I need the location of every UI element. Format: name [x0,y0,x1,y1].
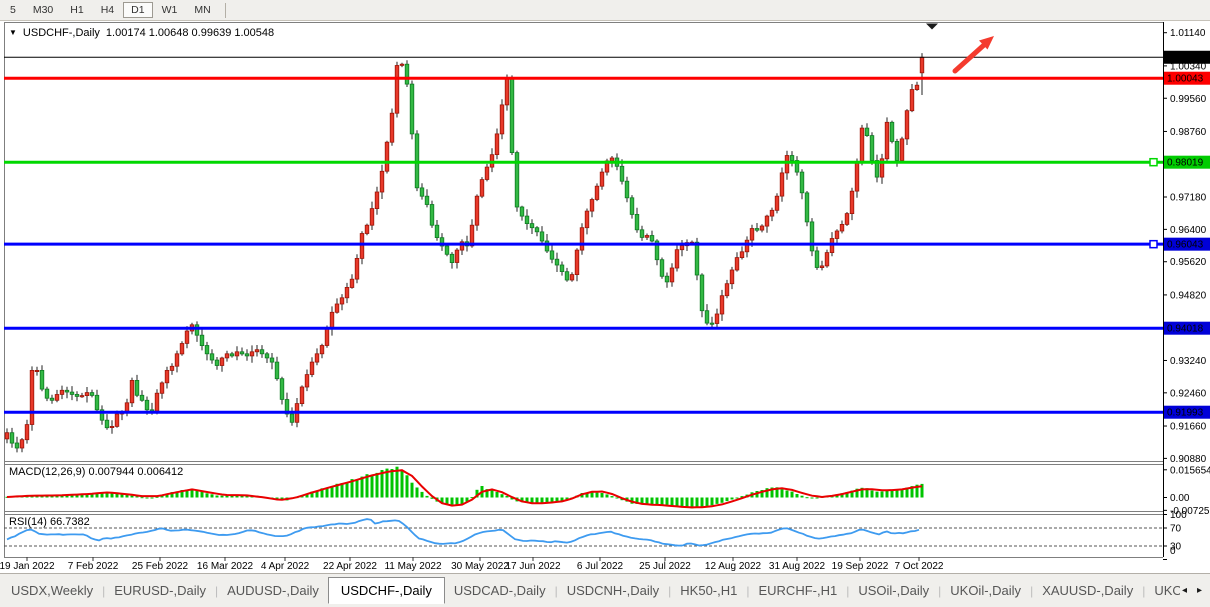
price-axis-tick: 0.97180 [1170,193,1207,204]
chart-tabs-bar: USDX,Weekly|EURUSD-,Daily|AUDUSD-,DailyU… [0,573,1210,607]
timeframe-button-5[interactable]: 5 [2,2,24,18]
candles [5,53,924,452]
chart-ohlc-values: 1.00174 1.00648 0.99639 1.00548 [106,27,274,39]
price-badge-value: 0.98019 [1167,158,1204,169]
chart-dropdown-icon[interactable]: ▼ [9,29,17,37]
price-axis-tick: 0.95620 [1170,257,1207,268]
price-badge-value: 0.96043 [1167,240,1204,251]
chart-tab-xauusd-daily[interactable]: XAUUSD-,Daily [1033,579,1142,602]
price-axis-tick: 0.93240 [1170,356,1207,367]
chart-tab-hk50-h1[interactable]: HK50-,H1 [671,579,746,602]
timeframe-button-MN[interactable]: MN [186,2,218,18]
timeframe-button-H1[interactable]: H1 [62,2,91,18]
tab-scroll-left-icon[interactable]: ◂ [1182,585,1187,596]
chart-canvas[interactable]: 1.011401.003400.995600.987600.971800.964… [0,0,1210,573]
date-axis-label: 19 Jan 2022 [0,561,55,572]
chart-title: ▼ USDCHF-,Daily 1.00174 1.00648 0.99639 … [9,27,274,39]
line-handle[interactable] [1150,159,1157,166]
date-axis-label: 25 Feb 2022 [132,561,189,572]
date-axis-label: 6 Jul 2022 [577,561,624,572]
date-axis-label: 19 Sep 2022 [832,561,889,572]
tab-scroll-controls: ◂ ▸ [1180,585,1208,596]
price-badge-value: 0.91993 [1167,408,1204,419]
price-axis-tick: 1.01140 [1170,28,1206,39]
date-axis-label: 16 Mar 2022 [197,561,254,572]
date-axis-label: 11 May 2022 [384,561,442,572]
chart-tab-ukoil-da[interactable]: UKOil-,Da [1145,579,1180,602]
chart-tab-usdchf-daily[interactable]: USDCHF-,Daily [328,577,445,604]
timeframe-button-H4[interactable]: H4 [93,2,122,18]
timeframe-button-D1[interactable]: D1 [123,2,152,18]
timeframe-button-W1[interactable]: W1 [154,2,186,18]
date-axis-label: 4 Apr 2022 [261,561,310,572]
toolbar-separator [225,3,226,18]
macd-axis-tick: 0.015654 [1170,465,1210,476]
tab-scroll-right-icon[interactable]: ▸ [1197,585,1202,596]
chart-tab-usdx-weekly[interactable]: USDX,Weekly [2,579,102,602]
chart-shift-marker[interactable] [926,24,938,30]
chart-tab-ukoil-daily[interactable]: UKOil-,Daily [941,579,1030,602]
chart-tab-usdcad-daily[interactable]: USDCAD-,Daily [445,579,555,602]
date-axis-label: 7 Feb 2022 [68,561,119,572]
rsi-indicator-label: RSI(14) 66.7382 [9,516,90,528]
line-handle[interactable] [1150,241,1157,248]
timeframe-button-M30[interactable]: M30 [25,2,61,18]
date-axis-label: 22 Apr 2022 [323,561,377,572]
price-badge-value: 1.00548 [1167,53,1204,64]
date-axis-label: 17 Jun 2022 [505,561,560,572]
date-axis-label: 25 Jul 2022 [639,561,691,572]
price-axis-tick: 0.99560 [1170,94,1207,105]
price-axis-tick: 0.96400 [1170,225,1207,236]
price-badge-value: 1.00043 [1167,74,1204,85]
timeframe-toolbar: 5M30H1H4D1W1MN [0,0,1210,21]
chart-tab-usoil-daily[interactable]: USOil-,Daily [849,579,938,602]
chart-tab-eurchf-h1[interactable]: EURCHF-,H1 [749,579,846,602]
macd-axis-tick: 0.00 [1170,493,1190,504]
price-badge-value: 0.94018 [1167,324,1204,335]
chart-symbol-label: USDCHF-,Daily [23,27,100,39]
price-axis-tick: 0.90880 [1170,454,1207,465]
rsi-axis-tick: 70 [1170,524,1182,535]
mt4-window: 5M30H1H4D1W1MN 1.011401.003400.995600.98… [0,0,1210,607]
price-axis-tick: 0.91660 [1170,422,1207,433]
date-axis-label: 31 Aug 2022 [769,561,826,572]
rsi-axis-tick: 100 [1170,510,1187,521]
price-axis-tick: 0.98760 [1170,127,1207,138]
date-axis-label: 12 Aug 2022 [705,561,762,572]
price-axis-tick: 0.94820 [1170,290,1207,301]
rsi-axis-tick: 0 [1170,546,1176,557]
macd-indicator-label: MACD(12,26,9) 0.007944 0.006412 [9,466,183,478]
chart-tab-usdcnh-daily[interactable]: USDCNH-,Daily [558,579,668,602]
chart-tab-eurusd-daily[interactable]: EURUSD-,Daily [105,579,215,602]
chart-tabs: USDX,Weekly|EURUSD-,Daily|AUDUSD-,DailyU… [2,577,1180,604]
chart-tab-audusd-daily[interactable]: AUDUSD-,Daily [218,579,328,602]
rsi-line [7,519,919,546]
date-axis-label: 7 Oct 2022 [895,561,944,572]
trend-arrow-annotation[interactable] [955,45,984,71]
price-axis-tick: 0.92460 [1170,388,1207,399]
date-axis-label: 30 May 2022 [451,561,509,572]
